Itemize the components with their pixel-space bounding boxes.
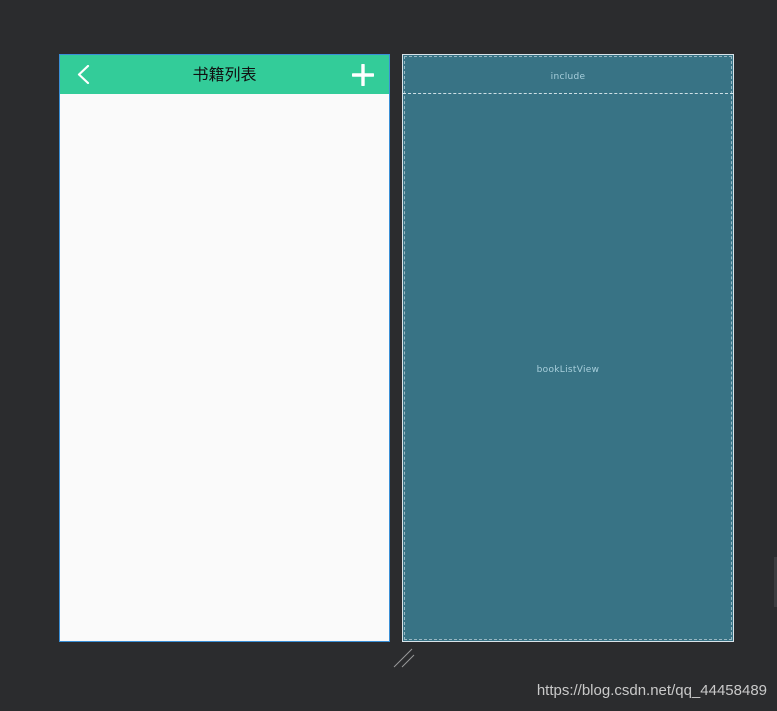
blueprint-list-block[interactable]: bookListView	[403, 95, 733, 641]
plus-icon[interactable]	[352, 64, 374, 86]
blueprint-include-block[interactable]: include	[403, 55, 733, 94]
blueprint-preview[interactable]: include bookListView	[402, 54, 734, 642]
title-bar[interactable]: 书籍列表	[60, 55, 389, 94]
watermark-text: https://blog.csdn.net/qq_44458489	[536, 682, 767, 699]
layout-editor-canvas: 书籍列表 include bookListView https://blog.c…	[0, 0, 777, 711]
page-title: 书籍列表	[192, 65, 257, 84]
include-label: include	[550, 72, 586, 82]
design-preview[interactable]: 书籍列表	[59, 54, 390, 642]
book-list-view-label: bookListView	[536, 365, 600, 375]
resize-handle-icon[interactable]	[393, 648, 415, 668]
book-list-area[interactable]	[60, 94, 389, 641]
